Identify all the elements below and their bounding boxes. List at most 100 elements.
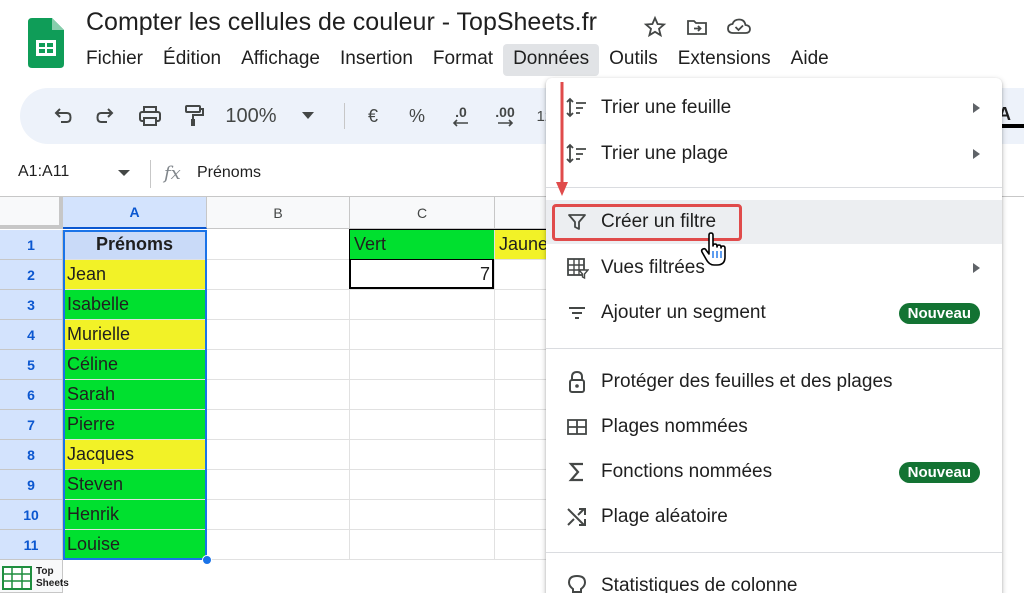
paint-format-icon[interactable] [176, 96, 212, 136]
menu-outils[interactable]: Outils [599, 44, 668, 76]
menu-fichier[interactable]: Fichier [76, 44, 153, 76]
row-header-2[interactable]: 2 [0, 260, 63, 290]
cell-c11[interactable] [350, 530, 495, 560]
row-header-1[interactable]: 1 [0, 230, 63, 260]
annotation-arrow [556, 82, 568, 196]
zoom-select[interactable]: 100% [220, 96, 282, 136]
cell-a5[interactable]: Céline [63, 350, 207, 380]
cell-a10[interactable]: Henrik [63, 500, 207, 530]
row-header-5[interactable]: 5 [0, 350, 63, 380]
cell-b8[interactable] [207, 440, 350, 470]
row-header-9[interactable]: 9 [0, 470, 63, 500]
chevron-down-icon[interactable] [118, 170, 130, 176]
menu-affichage[interactable]: Affichage [231, 44, 330, 76]
decrease-decimals-label: .0 [455, 104, 467, 120]
menu-divider [546, 187, 1002, 188]
column-header-c[interactable]: C [350, 197, 495, 229]
submenu-arrow-icon [973, 149, 980, 159]
cloud-status-icon[interactable] [724, 12, 754, 42]
menu-item-ajouter-segment[interactable]: Ajouter un segment Nouveau [546, 291, 1002, 335]
cell-c8[interactable] [350, 440, 495, 470]
menu-item-statistiques[interactable]: Statistiques de colonne [546, 564, 1002, 593]
formula-input[interactable]: Prénoms [197, 164, 261, 182]
row-header-4[interactable]: 4 [0, 320, 63, 350]
menu-format[interactable]: Format [423, 44, 503, 76]
cell-b11[interactable] [207, 530, 350, 560]
cell-a8[interactable]: Jacques [63, 440, 207, 470]
document-title[interactable]: Compter les cellules de couleur - TopShe… [86, 8, 597, 37]
column-header-b[interactable]: B [207, 197, 350, 229]
redo-icon[interactable] [88, 96, 124, 136]
menu-bar: Fichier Édition Affichage Insertion Form… [76, 44, 839, 76]
cell-c10[interactable] [350, 500, 495, 530]
fill-handle[interactable] [202, 555, 212, 565]
new-badge: Nouveau [898, 302, 980, 324]
row-header-6[interactable]: 6 [0, 380, 63, 410]
menu-item-proteger[interactable]: Protéger des feuilles et des plages [546, 360, 1002, 404]
row-header-8[interactable]: 8 [0, 440, 63, 470]
shuffle-icon [564, 504, 590, 530]
cell-b4[interactable] [207, 320, 350, 350]
menu-item-label: Protéger des feuilles et des plages [601, 371, 893, 392]
menu-donnees[interactable]: Données [503, 44, 600, 76]
row-header-3[interactable]: 3 [0, 290, 63, 320]
menu-item-trier-plage[interactable]: Trier une plage [546, 132, 1002, 176]
menu-item-fonctions-nommees[interactable]: Fonctions nommées Nouveau [546, 450, 1002, 494]
move-to-folder-icon[interactable] [682, 12, 712, 42]
cell-a1[interactable]: Prénoms [63, 230, 207, 260]
select-all-corner[interactable] [0, 197, 63, 229]
menu-item-label: Trier une plage [601, 143, 729, 164]
cell-b2[interactable] [207, 260, 350, 290]
increase-decimals-button[interactable]: .00 [487, 96, 523, 136]
menu-aide[interactable]: Aide [781, 44, 839, 76]
column-header-a[interactable]: A [63, 197, 207, 229]
cell-b6[interactable] [207, 380, 350, 410]
currency-format-button[interactable]: € [355, 96, 391, 136]
decrease-decimals-button[interactable]: .0 [443, 96, 479, 136]
cell-b10[interactable] [207, 500, 350, 530]
menu-item-plage-aleatoire[interactable]: Plage aléatoire [546, 495, 1002, 539]
menu-edition[interactable]: Édition [153, 44, 231, 76]
lightbulb-icon [564, 573, 590, 593]
menu-insertion[interactable]: Insertion [330, 44, 423, 76]
undo-icon[interactable] [44, 96, 80, 136]
cell-a2[interactable]: Jean [63, 260, 207, 290]
hand-pointer-icon [700, 232, 726, 266]
watermark-line-2: Sheets [36, 578, 69, 589]
row-header-7[interactable]: 7 [0, 410, 63, 440]
row-header-10[interactable]: 10 [0, 500, 63, 530]
star-icon[interactable] [640, 12, 670, 42]
menu-item-plages-nommees[interactable]: Plages nommées [546, 405, 1002, 449]
cell-c2[interactable]: 7 [350, 260, 495, 290]
row-header-11[interactable]: 11 [0, 530, 63, 560]
submenu-arrow-icon [973, 263, 980, 273]
cell-c6[interactable] [350, 380, 495, 410]
cell-c7[interactable] [350, 410, 495, 440]
google-sheets-logo[interactable] [26, 18, 64, 68]
watermark-line-1: Top [36, 566, 54, 577]
menu-item-vues-filtrees[interactable]: Vues filtrées [546, 246, 1002, 290]
toolbar-divider [344, 103, 345, 129]
submenu-arrow-icon [973, 103, 980, 113]
cell-c5[interactable] [350, 350, 495, 380]
chevron-down-icon[interactable] [290, 96, 326, 136]
print-icon[interactable] [132, 96, 168, 136]
cell-b9[interactable] [207, 470, 350, 500]
cell-c1[interactable]: Vert [350, 230, 495, 260]
cell-c3[interactable] [350, 290, 495, 320]
cell-a3[interactable]: Isabelle [63, 290, 207, 320]
menu-extensions[interactable]: Extensions [668, 44, 781, 76]
cell-a9[interactable]: Steven [63, 470, 207, 500]
cell-a7[interactable]: Pierre [63, 410, 207, 440]
cell-b1[interactable] [207, 230, 350, 260]
cell-a4[interactable]: Murielle [63, 320, 207, 350]
cell-b3[interactable] [207, 290, 350, 320]
percent-format-button[interactable]: % [399, 96, 435, 136]
cell-c9[interactable] [350, 470, 495, 500]
cell-b5[interactable] [207, 350, 350, 380]
menu-item-trier-feuille[interactable]: Trier une feuille [546, 86, 1002, 130]
cell-b7[interactable] [207, 410, 350, 440]
cell-c4[interactable] [350, 320, 495, 350]
cell-a11[interactable]: Louise [63, 530, 207, 560]
cell-a6[interactable]: Sarah [63, 380, 207, 410]
